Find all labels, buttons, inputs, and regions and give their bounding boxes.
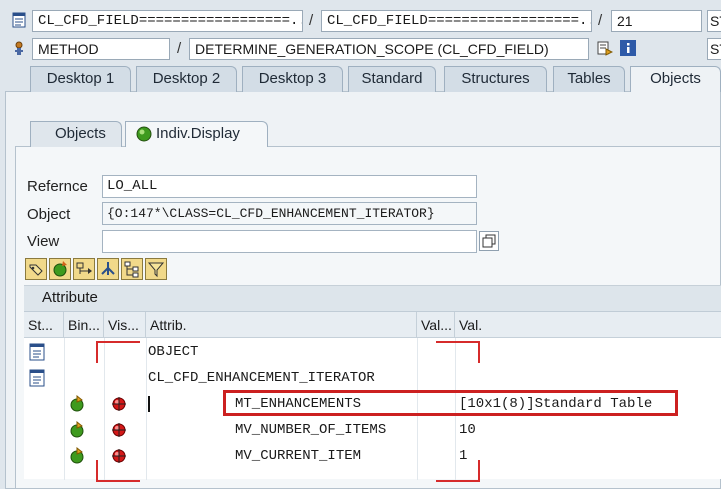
annotation-bracket [96, 341, 98, 363]
attribute-value[interactable]: 1 [459, 443, 467, 469]
annotation-bracket [478, 341, 480, 363]
separator: / [309, 12, 314, 29]
hierarchy-icon[interactable] [97, 258, 119, 280]
tab-desktop-1[interactable]: Desktop 1 [30, 66, 131, 92]
annotation-bracket [478, 460, 480, 482]
attribute-header: Attribute [24, 285, 721, 311]
annotation-bracket [96, 341, 140, 343]
subtab-indiv-display-label: Indiv.Display [156, 125, 240, 142]
tab-standard[interactable]: Standard [348, 66, 436, 92]
attribute-name: MV_NUMBER_OF_ITEMS [235, 422, 387, 438]
attribute-value[interactable]: 10 [459, 417, 476, 443]
desktop-tabstrip: Desktop 1 Desktop 2 Desktop 3 Standard S… [0, 66, 721, 92]
reference-input[interactable]: LO_ALL [102, 175, 477, 198]
attribute-name: MV_CURRENT_ITEM [235, 448, 362, 464]
table-row[interactable]: MV_NUMBER_OF_ITEMS 10 [24, 417, 721, 443]
tab-tables[interactable]: Tables [553, 66, 625, 92]
annotation-bracket [96, 480, 140, 482]
tree-icon[interactable] [121, 258, 143, 280]
table-row[interactable]: CL_CFD_ENHANCEMENT_ITERATOR [24, 365, 721, 391]
copy-icon[interactable] [479, 231, 499, 251]
attribute-name: OBJECT [148, 344, 199, 360]
highlight-box [223, 390, 678, 416]
view-input[interactable] [102, 230, 477, 253]
subtab-objects[interactable]: Objects [30, 121, 122, 147]
annotation-bracket [436, 480, 480, 482]
tab-structures[interactable]: Structures [444, 66, 547, 92]
display-source-icon[interactable] [597, 40, 614, 56]
object-label: Object [27, 206, 71, 223]
column-header-vis[interactable]: Vis... [104, 312, 146, 338]
filter-icon[interactable] [145, 258, 167, 280]
view-label: View [27, 233, 60, 250]
column-header-st[interactable]: St... [24, 312, 64, 338]
object-field: {O:147*\CLASS=CL_CFD_ENHANCEMENT_ITERATO… [102, 202, 477, 225]
tab-desktop-2[interactable]: Desktop 2 [136, 66, 237, 92]
annotation-bracket [436, 341, 480, 343]
reference-label: Refernce [27, 178, 88, 195]
separator: / [598, 12, 603, 29]
document-icon[interactable] [28, 343, 46, 361]
tab-desktop-3[interactable]: Desktop 3 [242, 66, 343, 92]
table-row[interactable]: MV_CURRENT_ITEM 1 [24, 443, 721, 469]
class-icon [11, 12, 27, 28]
truncated-field[interactable]: ST [707, 10, 721, 32]
class-field-2[interactable]: CL_CFD_FIELD==================... [321, 10, 592, 32]
method-icon [11, 40, 27, 56]
header-bar: CL_CFD_FIELD==================... / CL_C… [0, 0, 721, 64]
info-icon[interactable] [620, 40, 636, 56]
text-cursor [148, 396, 150, 412]
column-header-attrib[interactable]: Attrib. [146, 312, 417, 338]
document-icon[interactable] [28, 369, 46, 387]
structure-icon[interactable] [73, 258, 95, 280]
annotation-bracket [96, 460, 98, 482]
column-header-bin[interactable]: Bin... [64, 312, 104, 338]
attribute-name: CL_CFD_ENHANCEMENT_ITERATOR [148, 370, 375, 386]
binding-icon [68, 420, 86, 439]
cycle-icon[interactable] [49, 258, 71, 280]
binding-icon [68, 394, 86, 413]
green-light-icon [136, 126, 152, 142]
truncated-field[interactable]: ST [707, 38, 721, 60]
private-icon [111, 396, 127, 412]
line-number-field[interactable]: 21 [611, 10, 702, 32]
pencil-tag-icon[interactable] [25, 258, 47, 280]
subtab-indiv-display[interactable]: Indiv.Display [125, 121, 268, 147]
private-icon [111, 422, 127, 438]
binding-icon [68, 446, 86, 465]
column-header-val-type[interactable]: Val... [417, 312, 455, 338]
method-name-field[interactable]: DETERMINE_GENERATION_SCOPE (CL_CFD_FIELD… [189, 38, 589, 60]
method-type-field[interactable]: METHOD [32, 38, 170, 60]
column-header-val[interactable]: Val. [455, 312, 721, 338]
separator: / [177, 40, 182, 57]
tab-objects[interactable]: Objects [630, 66, 721, 92]
private-icon [111, 448, 127, 464]
class-field-1[interactable]: CL_CFD_FIELD==================... [32, 10, 303, 32]
